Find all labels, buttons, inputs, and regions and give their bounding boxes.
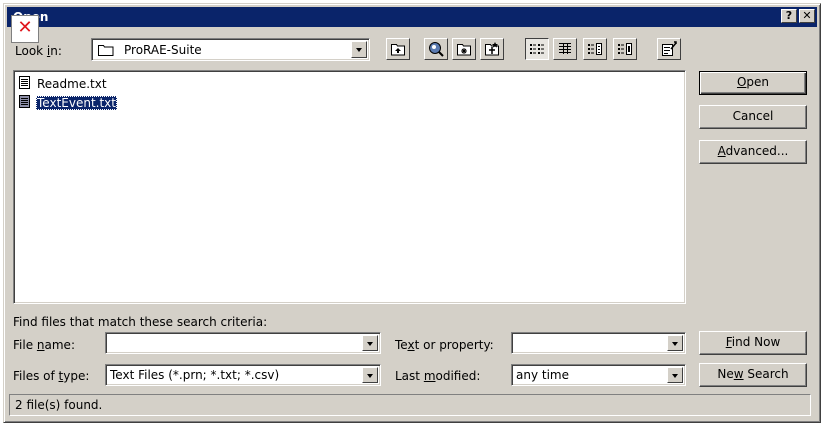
look-in-dropdown[interactable]: ProRAE-Suite [91, 38, 370, 61]
status-text: 2 file(s) found. [15, 398, 103, 412]
file-type-label: Files of type: [13, 369, 90, 383]
commands-settings-button[interactable] [657, 38, 681, 60]
commands-settings-icon [662, 41, 677, 56]
details-view-button[interactable] [553, 38, 577, 60]
last-modified-label: Last modified: [395, 369, 481, 383]
file-type-combo[interactable]: Text Files (*.prn; *.txt; *.csv) [105, 364, 381, 386]
text-file-icon [18, 94, 32, 112]
preview-view-button[interactable] [613, 38, 637, 60]
create-folder-button[interactable] [452, 38, 476, 60]
criteria-heading: Find files that match these search crite… [13, 315, 268, 329]
broken-image-icon: ✕ [11, 15, 39, 43]
cancel-button[interactable]: Cancel [699, 105, 807, 129]
text-property-combo[interactable] [511, 332, 686, 354]
title-bar[interactable]: Open ? ✕ [7, 7, 817, 27]
properties-view-icon [588, 43, 602, 55]
file-list[interactable]: Readme.txt TextEvent.txt [13, 70, 686, 304]
file-name-combo[interactable] [105, 332, 381, 354]
file-type-value: Text Files (*.prn; *.txt; *.csv) [110, 368, 280, 382]
preview-view-icon [618, 43, 632, 55]
new-search-button[interactable]: New Search [699, 363, 807, 387]
last-modified-value: any time [516, 368, 569, 382]
chevron-down-icon[interactable] [362, 367, 378, 383]
search-web-button[interactable] [424, 38, 448, 60]
search-web-icon [429, 42, 444, 57]
create-folder-icon [457, 44, 471, 56]
file-name-label: File name: [13, 338, 75, 352]
chevron-down-icon[interactable] [667, 335, 683, 351]
properties-view-button[interactable] [583, 38, 607, 60]
folder-icon [98, 44, 114, 59]
add-to-favorites-button[interactable] [480, 38, 504, 60]
chevron-down-icon[interactable] [362, 335, 378, 351]
list-view-button[interactable] [525, 38, 549, 60]
help-button[interactable]: ? [781, 9, 797, 23]
open-button[interactable]: Open [699, 71, 807, 95]
add-to-favorites-icon [485, 42, 499, 56]
close-button[interactable]: ✕ [799, 9, 815, 23]
status-bar: 2 file(s) found. [9, 394, 811, 416]
look-in-value: ProRAE-Suite [124, 43, 202, 57]
look-in-label: Look in: [15, 44, 62, 58]
find-now-button[interactable]: Find Now [699, 331, 807, 355]
advanced-button[interactable]: Advanced... [699, 140, 807, 164]
file-name: TextEvent.txt [36, 96, 117, 110]
file-name: Readme.txt [37, 77, 107, 91]
text-file-icon [18, 75, 32, 93]
details-view-icon [559, 43, 571, 54]
list-view-icon [530, 44, 544, 54]
chevron-down-icon[interactable] [667, 367, 683, 383]
up-one-level-button[interactable] [386, 38, 410, 60]
up-one-level-icon [391, 44, 405, 56]
text-property-label: Text or property: [395, 338, 494, 352]
last-modified-combo[interactable]: any time [511, 364, 686, 386]
chevron-down-icon[interactable] [351, 41, 367, 58]
list-item-readme[interactable]: Readme.txt [18, 75, 108, 93]
list-item-textevent[interactable]: TextEvent.txt [18, 94, 117, 112]
